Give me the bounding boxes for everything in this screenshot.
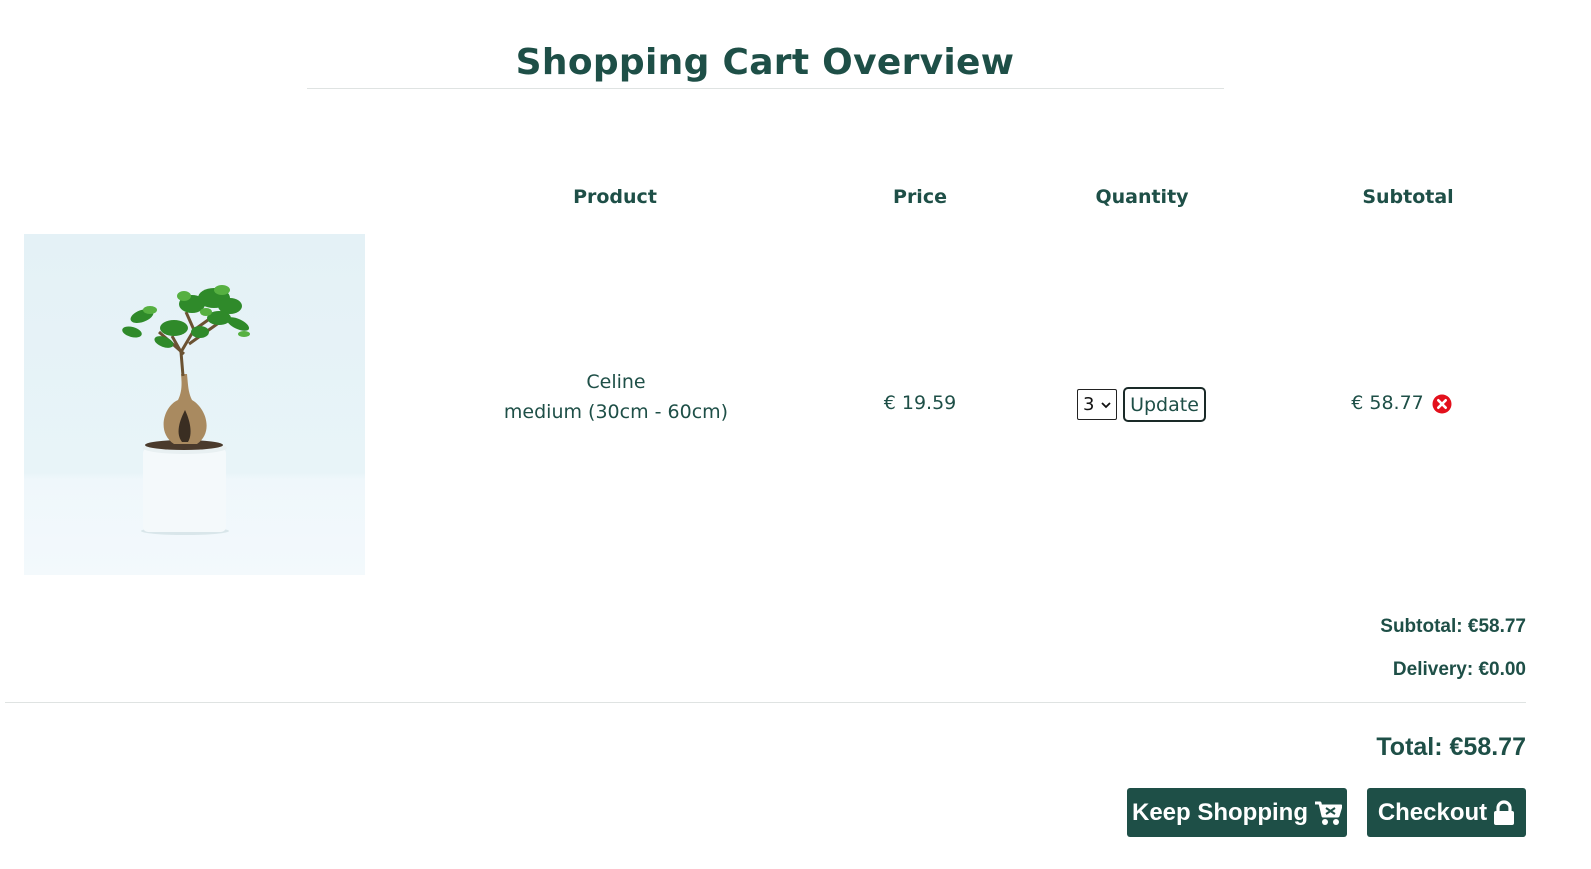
total-divider [5, 702, 1526, 703]
product-image [24, 234, 365, 575]
summary-delivery: Delivery: €0.00 [1392, 659, 1526, 680]
column-header-subtotal: Subtotal [1362, 186, 1454, 208]
page-title: Shopping Cart Overview [515, 42, 1015, 84]
column-header-product: Product [573, 186, 657, 208]
product-size: medium (30cm - 60cm) [503, 401, 729, 423]
quantity-select[interactable]: 3 [1077, 389, 1117, 420]
checkout-button[interactable]: Checkout [1367, 788, 1526, 837]
title-divider [307, 88, 1224, 89]
product-name: Celine [586, 371, 646, 393]
quantity-value: 3 [1083, 394, 1095, 415]
summary-total: Total: €58.77 [1376, 733, 1526, 761]
column-header-price: Price [893, 186, 947, 208]
times-circle-icon[interactable] [1432, 394, 1452, 414]
product-price: € 19.59 [883, 392, 957, 414]
update-quantity-button[interactable]: Update [1123, 387, 1206, 422]
product-info: Celine medium (30cm - 60cm) [460, 367, 772, 427]
checkout-label: Checkout [1377, 798, 1488, 826]
lock-icon [1494, 799, 1515, 825]
keep-shopping-button[interactable]: Keep Shopping [1127, 788, 1347, 837]
summary-subtotal: Subtotal: €58.77 [1380, 616, 1526, 637]
keep-shopping-label: Keep Shopping [1132, 798, 1308, 826]
column-header-quantity: Quantity [1095, 186, 1189, 208]
chevron-down-icon [1101, 402, 1111, 409]
item-subtotal: € 58.77 [1351, 392, 1424, 414]
shopping-cart-icon [1315, 801, 1342, 825]
